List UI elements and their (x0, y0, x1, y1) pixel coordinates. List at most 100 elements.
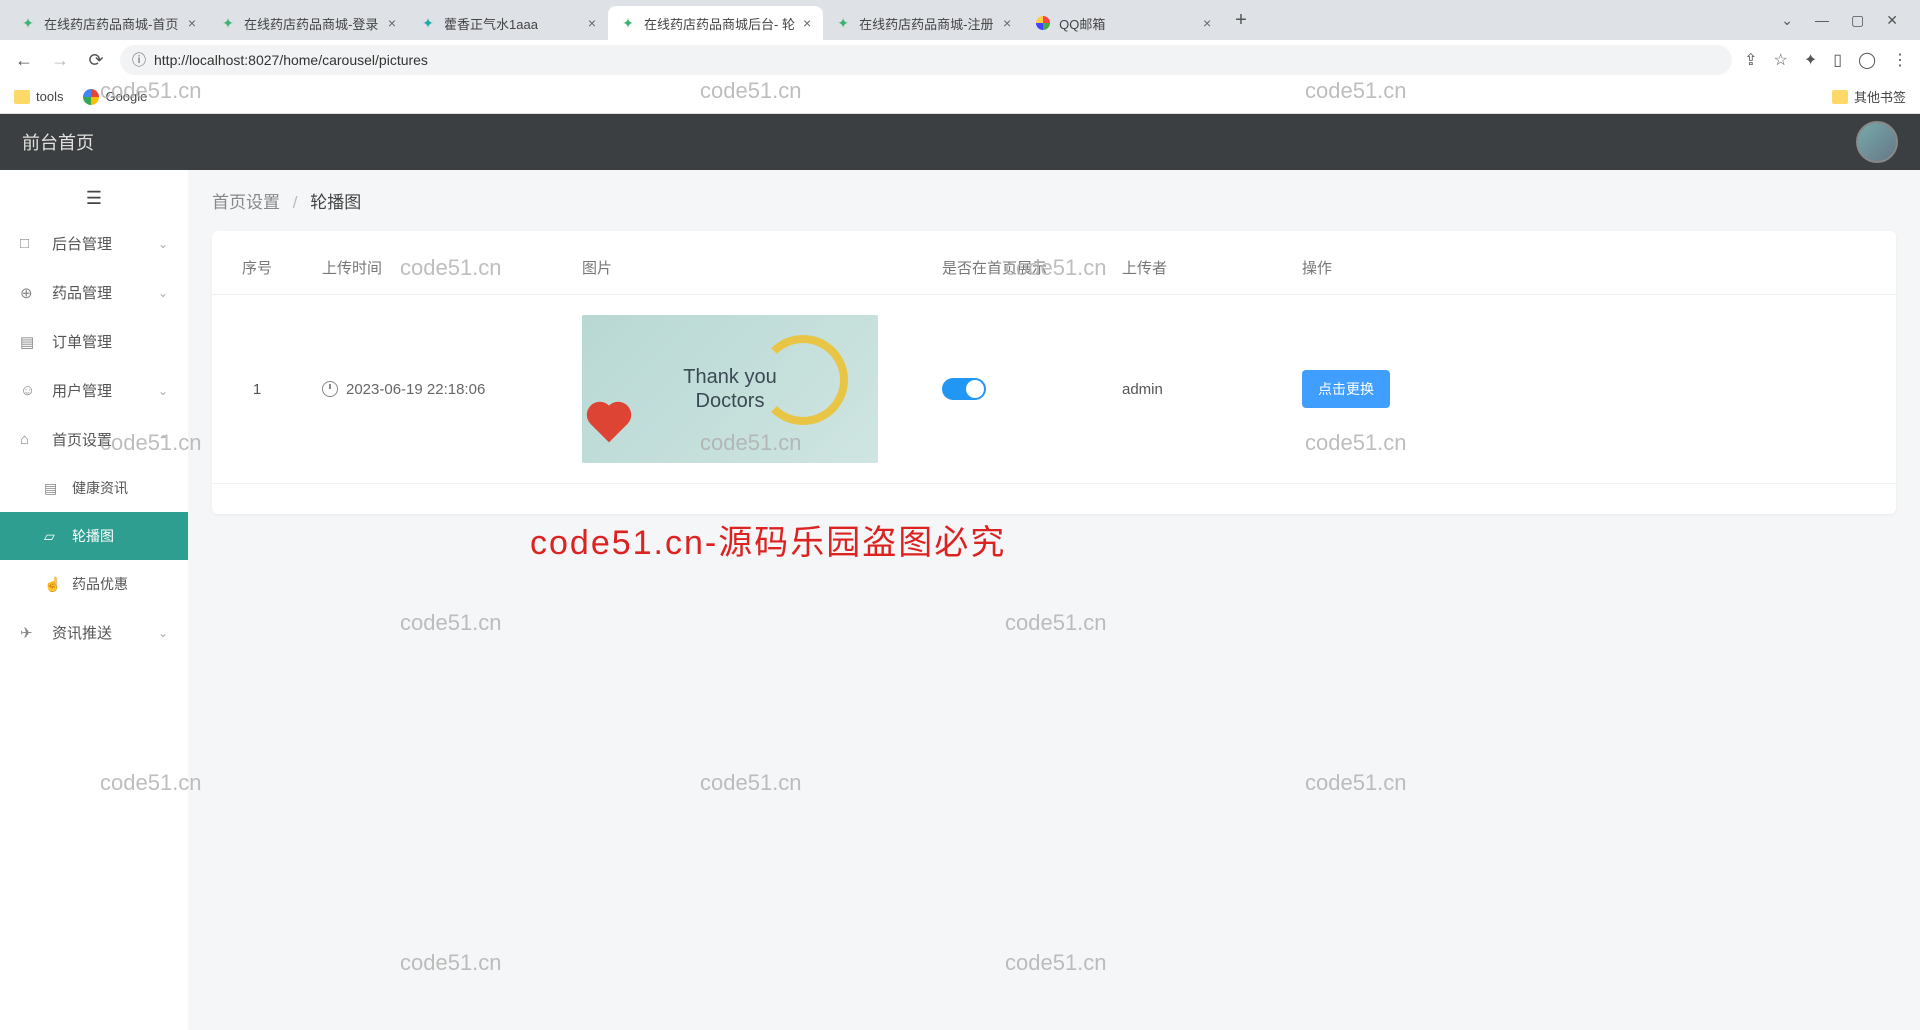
sidebar-item-label: 资讯推送 (52, 622, 158, 643)
new-tab-button[interactable]: + (1223, 9, 1259, 32)
back-button[interactable]: ← (12, 48, 36, 72)
clock-icon (322, 381, 338, 397)
url-input[interactable]: ⓘ http://localhost:8027/home/carousel/pi… (120, 45, 1732, 75)
profile-icon[interactable]: ◯ (1858, 50, 1876, 70)
carousel-icon: ▱ (44, 528, 62, 545)
content: 首页设置 / 轮播图 序号 上传时间 图片 是否在首页展示 上传者 操作 (188, 170, 1920, 1030)
tab-close-icon[interactable]: × (1003, 15, 1011, 31)
cell-action: 点击更换 (1282, 295, 1896, 484)
send-icon: ✈ (20, 624, 38, 642)
tab-bar: ✦ 在线药店药品商城-首页 × ✦ 在线药店药品商城-登录 × ✦ 藿香正气水1… (0, 0, 1920, 40)
sidebar-item-orders[interactable]: ▤ 订单管理 (0, 317, 188, 366)
sidebar-subitem-label: 药品优惠 (72, 574, 128, 594)
sidebar: ☰ □ 后台管理 ⌄ ⊕ 药品管理 ⌄ ▤ 订单管理 ☺ 用户管理 ⌄ ⌂ 首页… (0, 170, 188, 1030)
folder-icon (1832, 90, 1848, 104)
bookmark-tools[interactable]: tools (14, 89, 63, 104)
heart-icon (591, 406, 628, 443)
carousel-thumbnail[interactable]: Thank you Doctors (582, 315, 878, 463)
favicon-icon: ✦ (20, 15, 36, 31)
breadcrumb-parent[interactable]: 首页设置 (212, 193, 280, 212)
minimize-icon[interactable]: — (1815, 12, 1829, 29)
sidebar-item-backend[interactable]: □ 后台管理 ⌄ (0, 219, 188, 268)
favicon-icon: ✦ (620, 15, 636, 31)
th-image: 图片 (562, 241, 922, 295)
cell-index: 1 (212, 295, 302, 484)
breadcrumb-current: 轮播图 (310, 193, 361, 212)
sidebar-subitem-news[interactable]: ▤ 健康资讯 (0, 464, 188, 512)
orders-icon: ▤ (20, 333, 38, 351)
sidebar-item-label: 订单管理 (52, 331, 168, 352)
cell-uploader: admin (1102, 295, 1282, 484)
tab-title: 在线药店药品商城-首页 (44, 14, 180, 33)
browser-tab-2[interactable]: ✦ 藿香正气水1aaa × (408, 6, 608, 40)
bookmarks-bar: tools Google 其他书签 (0, 80, 1920, 114)
sidebar-item-push[interactable]: ✈ 资讯推送 ⌄ (0, 608, 188, 657)
tabs-dropdown-icon[interactable]: ⌄ (1781, 12, 1793, 29)
show-toggle[interactable] (942, 378, 986, 400)
dashboard-icon: □ (20, 235, 38, 252)
sidepanel-icon[interactable]: ▯ (1833, 50, 1842, 70)
tab-title: 在线药店药品商城-登录 (244, 14, 380, 33)
favicon-icon: ✦ (220, 15, 236, 31)
share-icon[interactable]: ⇪ (1744, 50, 1757, 70)
reload-button[interactable]: ⟳ (84, 48, 108, 72)
th-index: 序号 (212, 241, 302, 295)
extensions-icon[interactable]: ✦ (1804, 50, 1817, 70)
chevron-down-icon: ⌄ (158, 286, 168, 300)
app-body: ☰ □ 后台管理 ⌄ ⊕ 药品管理 ⌄ ▤ 订单管理 ☺ 用户管理 ⌄ ⌂ 首页… (0, 170, 1920, 1030)
star-icon[interactable]: ☆ (1774, 50, 1788, 70)
bookmark-other[interactable]: 其他书签 (1832, 87, 1906, 106)
forward-button[interactable]: → (48, 48, 72, 72)
sidebar-item-homepage[interactable]: ⌂ 首页设置 ⌃ (0, 415, 188, 464)
close-window-icon[interactable]: ✕ (1886, 12, 1898, 29)
menu-icon[interactable]: ⋮ (1892, 50, 1908, 70)
sidebar-subitem-label: 轮播图 (72, 526, 114, 546)
tab-title: 在线药店药品商城后台- 轮 (644, 14, 795, 33)
stethoscope-icon (758, 335, 848, 425)
replace-button[interactable]: 点击更换 (1302, 370, 1390, 408)
chevron-down-icon: ⌄ (158, 237, 168, 251)
breadcrumb-sep: / (293, 193, 298, 212)
sidebar-subitem-discount[interactable]: ☝ 药品优惠 (0, 560, 188, 608)
sidebar-item-label: 用户管理 (52, 380, 158, 401)
app-title[interactable]: 前台首页 (22, 129, 94, 155)
tab-title: 在线药店药品商城-注册 (859, 14, 995, 33)
th-action: 操作 (1282, 241, 1896, 295)
maximize-icon[interactable]: ▢ (1851, 12, 1864, 29)
app-header: 前台首页 (0, 114, 1920, 170)
chevron-up-icon: ⌃ (158, 433, 168, 447)
news-icon: ▤ (44, 480, 62, 497)
browser-tab-3[interactable]: ✦ 在线药店药品商城后台- 轮 × (608, 6, 823, 40)
tab-title: 藿香正气水1aaa (444, 14, 580, 33)
site-info-icon[interactable]: ⓘ (132, 50, 146, 70)
th-time: 上传时间 (302, 241, 562, 295)
sidebar-item-label: 后台管理 (52, 233, 158, 254)
browser-tab-0[interactable]: ✦ 在线药店药品商城-首页 × (8, 6, 208, 40)
users-icon: ☺ (20, 382, 38, 399)
favicon-icon (1035, 15, 1051, 31)
table-card: 序号 上传时间 图片 是否在首页展示 上传者 操作 1 (212, 231, 1896, 514)
favicon-icon: ✦ (420, 15, 436, 31)
address-bar: ← → ⟳ ⓘ http://localhost:8027/home/carou… (0, 40, 1920, 80)
window-controls: ⌄ — ▢ ✕ (1767, 12, 1912, 29)
browser-tab-4[interactable]: ✦ 在线药店药品商城-注册 × (823, 6, 1023, 40)
cell-image: Thank you Doctors (562, 295, 922, 484)
tab-close-icon[interactable]: × (588, 15, 596, 31)
sidebar-item-label: 药品管理 (52, 282, 158, 303)
browser-tab-1[interactable]: ✦ 在线药店药品商城-登录 × (208, 6, 408, 40)
google-icon (83, 89, 99, 105)
cell-time: 2023-06-19 22:18:06 (302, 295, 562, 484)
tab-close-icon[interactable]: × (188, 15, 196, 31)
browser-tab-5[interactable]: QQ邮箱 × (1023, 6, 1223, 40)
sidebar-toggle-icon[interactable]: ☰ (0, 178, 188, 219)
tab-close-icon[interactable]: × (388, 15, 396, 31)
tab-close-icon[interactable]: × (1203, 15, 1211, 31)
sidebar-item-users[interactable]: ☺ 用户管理 ⌄ (0, 366, 188, 415)
bookmark-google[interactable]: Google (83, 89, 147, 105)
sidebar-item-medicine[interactable]: ⊕ 药品管理 ⌄ (0, 268, 188, 317)
tab-close-icon[interactable]: × (803, 15, 811, 31)
medicine-icon: ⊕ (20, 284, 38, 302)
sidebar-subitem-carousel[interactable]: ▱ 轮播图 (0, 512, 188, 560)
avatar[interactable] (1856, 121, 1898, 163)
url-text: http://localhost:8027/home/carousel/pict… (154, 52, 428, 68)
